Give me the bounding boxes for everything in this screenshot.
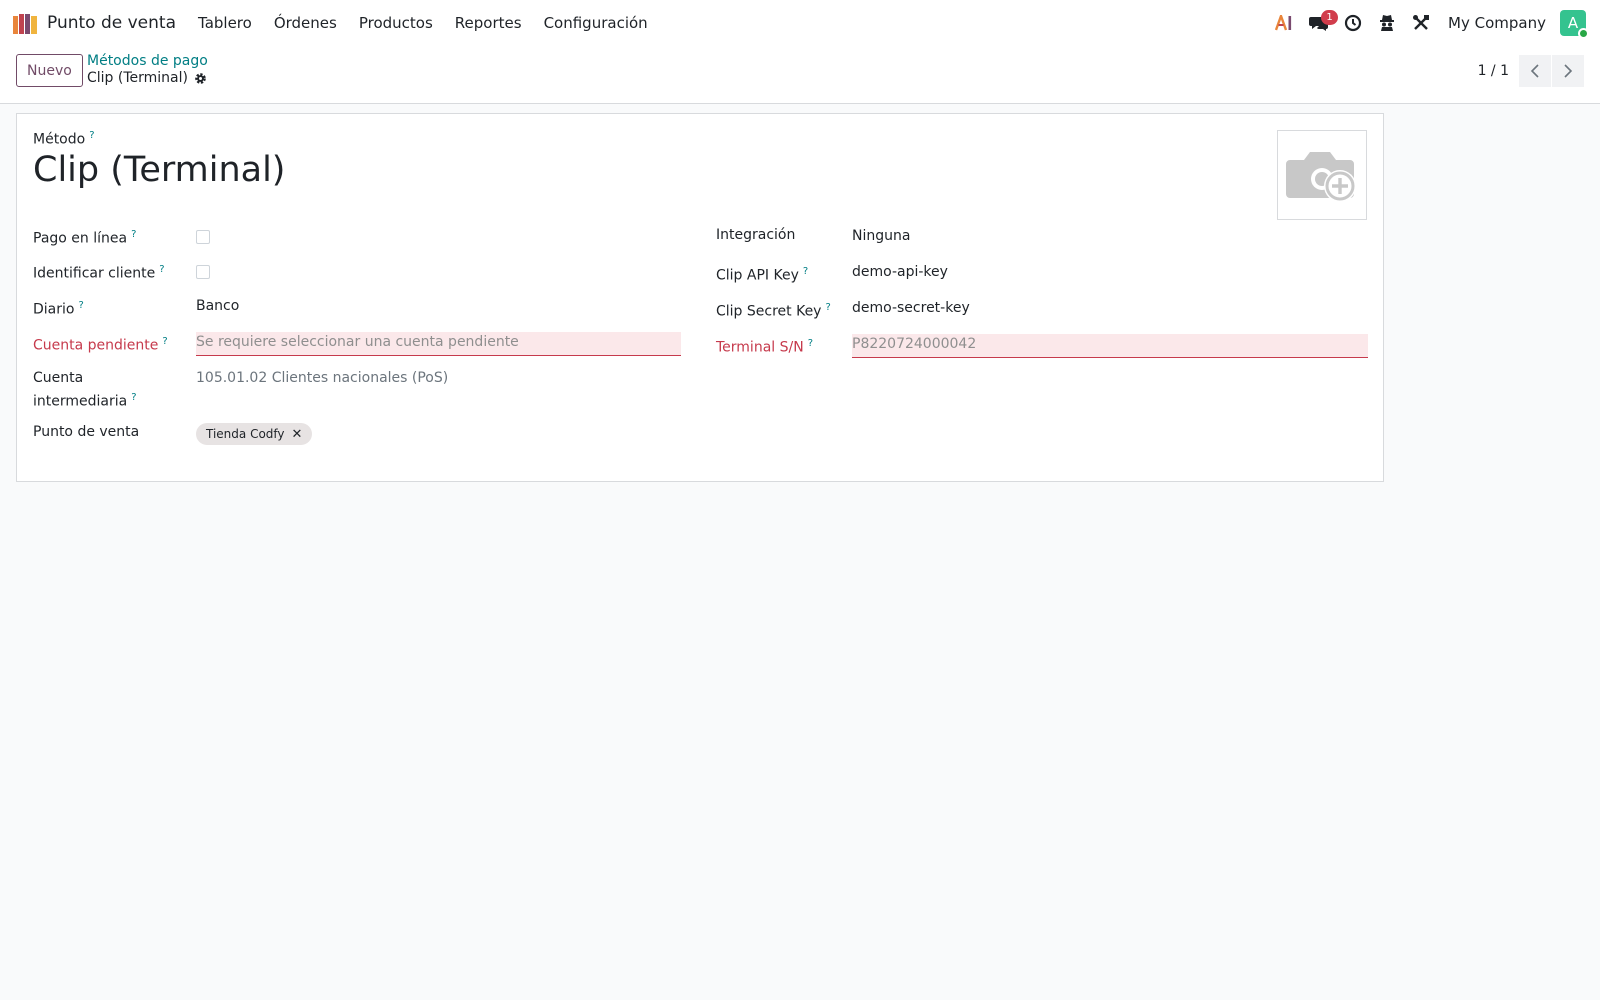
new-button[interactable]: Nuevo	[16, 54, 83, 87]
breadcrumb-current: Clip (Terminal)	[87, 70, 207, 86]
pager: 1 / 1	[1478, 55, 1584, 87]
help-icon[interactable]: ?	[808, 338, 813, 349]
navbar-systray: 1 My Company A	[1266, 0, 1589, 46]
pos-label: Punto de venta	[33, 424, 140, 440]
help-icon[interactable]: ?	[803, 266, 808, 277]
menu-ordenes[interactable]: Órdenes	[274, 14, 337, 32]
intermediary-account-value: 105.01.02 Clientes nacionales (PoS)	[196, 370, 449, 386]
terminal-sn-label: Terminal S/N?	[716, 338, 814, 356]
breadcrumb-payment-methods[interactable]: Métodos de pago	[87, 53, 208, 69]
online-payment-label: Pago en línea?	[33, 229, 137, 247]
menu-configuracion[interactable]: Configuración	[544, 14, 648, 32]
top-navbar: Punto de venta Tablero Órdenes Productos…	[0, 0, 1600, 46]
help-icon[interactable]: ?	[131, 229, 136, 240]
chat-badge: 1	[1321, 10, 1339, 25]
journal-label: Diario?	[33, 300, 84, 318]
menu-reportes[interactable]: Reportes	[455, 14, 522, 32]
api-key-label: Clip API Key?	[716, 266, 809, 284]
online-status-dot	[1578, 28, 1589, 39]
api-key-field[interactable]: demo-api-key	[852, 264, 948, 280]
chevron-right-icon	[1564, 64, 1573, 78]
pending-account-input[interactable]: Se requiere seleccionar una cuenta pendi…	[196, 332, 681, 356]
spy-icon[interactable]	[1372, 8, 1402, 38]
online-payment-checkbox[interactable]	[196, 230, 210, 244]
chat-icon[interactable]: 1	[1304, 8, 1339, 38]
user-avatar[interactable]: A	[1560, 10, 1589, 39]
help-icon[interactable]: ?	[78, 300, 83, 311]
avatar-letter: A	[1567, 14, 1579, 32]
secret-key-label: Clip Secret Key?	[716, 302, 831, 320]
record-title: Clip (Terminal)	[87, 70, 188, 86]
pager-value[interactable]: 1 / 1	[1478, 63, 1509, 79]
method-name-field[interactable]: Clip (Terminal)	[33, 150, 285, 190]
secret-key-field[interactable]: demo-secret-key	[852, 300, 970, 316]
pager-next-button[interactable]	[1552, 55, 1584, 87]
identify-customer-checkbox[interactable]	[196, 265, 210, 279]
integration-label: Integración	[716, 227, 796, 243]
journal-field[interactable]: Banco	[196, 298, 239, 314]
ai-icon[interactable]	[1270, 8, 1300, 38]
tools-icon[interactable]	[1406, 8, 1436, 38]
terminal-sn-input[interactable]: P8220724000042	[852, 334, 1368, 358]
help-icon[interactable]: ?	[159, 264, 164, 275]
company-switcher[interactable]: My Company	[1448, 14, 1546, 32]
control-panel: Nuevo Métodos de pago Clip (Terminal) 1 …	[0, 46, 1600, 104]
tag-remove-icon[interactable]: ✕	[292, 427, 303, 442]
identify-customer-label: Identificar cliente?	[33, 264, 165, 282]
clock-icon[interactable]	[1338, 8, 1368, 38]
pager-previous-button[interactable]	[1519, 55, 1551, 87]
menu-tablero[interactable]: Tablero	[198, 14, 252, 32]
menu-productos[interactable]: Productos	[359, 14, 433, 32]
app-name[interactable]: Punto de venta	[47, 13, 176, 33]
form-sheet: Método? Clip (Terminal) Pago en línea? I…	[16, 113, 1384, 482]
pos-tag-label: Tienda Codfy	[206, 427, 285, 441]
pending-account-label: Cuenta pendiente?	[33, 336, 168, 354]
help-icon[interactable]: ?	[162, 336, 167, 347]
intermediary-account-label: Cuenta intermediaria?	[33, 370, 137, 410]
help-icon[interactable]: ?	[89, 130, 94, 141]
integration-field[interactable]: Ninguna	[852, 228, 910, 244]
help-icon[interactable]: ?	[131, 392, 136, 403]
camera-add-icon	[1286, 152, 1356, 202]
method-label: Método?	[33, 130, 95, 148]
gear-icon[interactable]	[194, 72, 207, 85]
image-upload[interactable]	[1277, 130, 1367, 220]
chevron-left-icon	[1530, 64, 1539, 78]
pos-app-icon[interactable]	[12, 12, 39, 34]
pos-tag: Tienda Codfy ✕	[196, 423, 313, 445]
help-icon[interactable]: ?	[825, 302, 830, 313]
